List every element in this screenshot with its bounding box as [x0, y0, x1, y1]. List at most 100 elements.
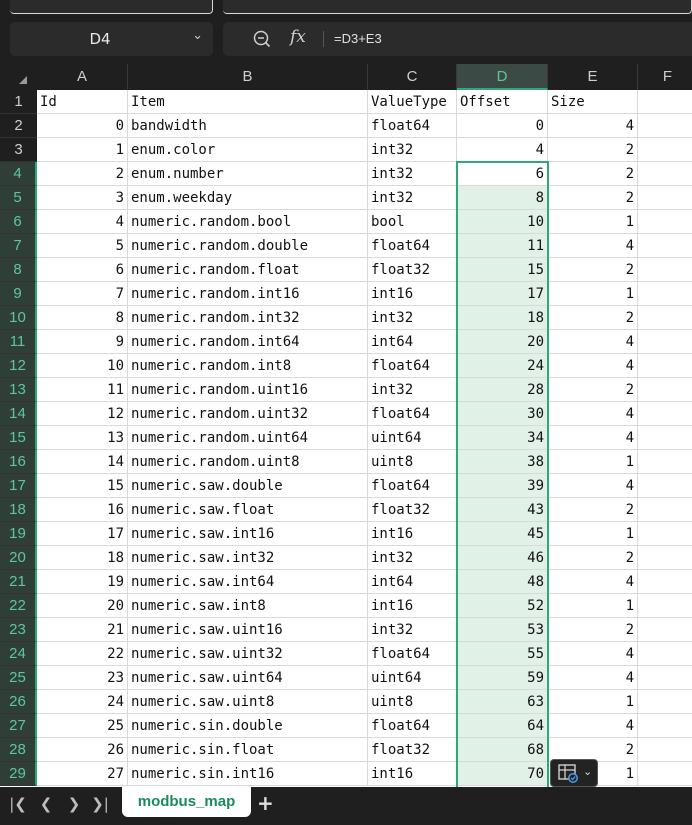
row-header[interactable]: 22 — [0, 594, 37, 618]
cell-d-16[interactable]: 38 — [457, 450, 548, 474]
cell-b-1[interactable]: Item — [128, 90, 368, 114]
row-header[interactable]: 8 — [0, 258, 37, 282]
cell-f-29[interactable] — [638, 762, 692, 786]
cell-c-14[interactable]: float64 — [368, 402, 457, 426]
cell-e-12[interactable]: 4 — [548, 354, 638, 378]
first-sheet-icon[interactable]: |❮ — [8, 795, 28, 813]
row-header[interactable]: 17 — [0, 474, 37, 498]
next-sheet-icon[interactable]: ❯ — [64, 795, 84, 813]
cell-f-2[interactable] — [638, 114, 692, 138]
cell-c-2[interactable]: float64 — [368, 114, 457, 138]
cell-e-3[interactable]: 2 — [548, 138, 638, 162]
column-header-d[interactable]: D — [457, 64, 548, 90]
cell-e-9[interactable]: 1 — [548, 282, 638, 306]
cell-a-17[interactable]: 15 — [37, 474, 128, 498]
cell-e-22[interactable]: 1 — [548, 594, 638, 618]
cell-e-10[interactable]: 2 — [548, 306, 638, 330]
cell-e-1[interactable]: Size — [548, 90, 638, 114]
row-header[interactable]: 2 — [0, 114, 37, 138]
cell-c-5[interactable]: int32 — [368, 186, 457, 210]
cell-e-21[interactable]: 4 — [548, 570, 638, 594]
cell-e-8[interactable]: 2 — [548, 258, 638, 282]
cell-c-6[interactable]: bool — [368, 210, 457, 234]
cell-c-8[interactable]: float32 — [368, 258, 457, 282]
cell-d-25[interactable]: 59 — [457, 666, 548, 690]
cell-f-9[interactable] — [638, 282, 692, 306]
fx-icon[interactable]: fx — [290, 27, 306, 47]
cell-a-14[interactable]: 12 — [37, 402, 128, 426]
row-header[interactable]: 13 — [0, 378, 37, 402]
cell-a-28[interactable]: 26 — [37, 738, 128, 762]
cell-c-11[interactable]: int64 — [368, 330, 457, 354]
cell-f-25[interactable] — [638, 666, 692, 690]
cell-b-3[interactable]: enum.color — [128, 138, 368, 162]
cell-b-14[interactable]: numeric.random.uint32 — [128, 402, 368, 426]
cell-f-8[interactable] — [638, 258, 692, 282]
cell-e-6[interactable]: 1 — [548, 210, 638, 234]
cell-a-26[interactable]: 24 — [37, 690, 128, 714]
cell-d-22[interactable]: 52 — [457, 594, 548, 618]
cell-f-18[interactable] — [638, 498, 692, 522]
cell-f-11[interactable] — [638, 330, 692, 354]
cell-e-23[interactable]: 2 — [548, 618, 638, 642]
cell-d-21[interactable]: 48 — [457, 570, 548, 594]
cell-b-24[interactable]: numeric.saw.uint32 — [128, 642, 368, 666]
cell-b-5[interactable]: enum.weekday — [128, 186, 368, 210]
cell-b-27[interactable]: numeric.sin.double — [128, 714, 368, 738]
cell-d-12[interactable]: 24 — [457, 354, 548, 378]
cell-e-25[interactable]: 4 — [548, 666, 638, 690]
cell-e-15[interactable]: 4 — [548, 426, 638, 450]
cell-f-7[interactable] — [638, 234, 692, 258]
cell-c-13[interactable]: int32 — [368, 378, 457, 402]
cell-e-13[interactable]: 2 — [548, 378, 638, 402]
cell-a-29[interactable]: 27 — [37, 762, 128, 786]
cell-b-18[interactable]: numeric.saw.float — [128, 498, 368, 522]
cell-a-22[interactable]: 20 — [37, 594, 128, 618]
cell-e-2[interactable]: 4 — [548, 114, 638, 138]
cell-a-3[interactable]: 1 — [37, 138, 128, 162]
cell-d-26[interactable]: 63 — [457, 690, 548, 714]
cell-a-19[interactable]: 17 — [37, 522, 128, 546]
cell-d-28[interactable]: 68 — [457, 738, 548, 762]
cell-d-17[interactable]: 39 — [457, 474, 548, 498]
row-header[interactable]: 15 — [0, 426, 37, 450]
row-header[interactable]: 18 — [0, 498, 37, 522]
row-header[interactable]: 24 — [0, 642, 37, 666]
name-box[interactable]: D4 ⌄ — [10, 22, 213, 56]
cell-b-26[interactable]: numeric.saw.uint8 — [128, 690, 368, 714]
cell-e-19[interactable]: 1 — [548, 522, 638, 546]
cell-b-29[interactable]: numeric.sin.int16 — [128, 762, 368, 786]
row-header[interactable]: 7 — [0, 234, 37, 258]
cell-c-9[interactable]: int16 — [368, 282, 457, 306]
cell-d-9[interactable]: 17 — [457, 282, 548, 306]
last-sheet-icon[interactable]: ❯| — [90, 795, 110, 813]
cell-a-21[interactable]: 19 — [37, 570, 128, 594]
formula-input-area[interactable]: fx =D3+E3 — [223, 22, 692, 56]
cell-e-16[interactable]: 1 — [548, 450, 638, 474]
cell-b-23[interactable]: numeric.saw.uint16 — [128, 618, 368, 642]
cell-c-25[interactable]: uint64 — [368, 666, 457, 690]
cell-b-17[interactable]: numeric.saw.double — [128, 474, 368, 498]
cell-e-4[interactable]: 2 — [548, 162, 638, 186]
row-header[interactable]: 3 — [0, 138, 37, 162]
cell-b-9[interactable]: numeric.random.int16 — [128, 282, 368, 306]
row-header[interactable]: 29 — [0, 762, 37, 786]
cell-f-5[interactable] — [638, 186, 692, 210]
cell-d-29[interactable]: 70 — [457, 762, 548, 786]
cell-a-5[interactable]: 3 — [37, 186, 128, 210]
cell-f-13[interactable] — [638, 378, 692, 402]
column-header-b[interactable]: B — [128, 64, 368, 90]
row-header[interactable]: 16 — [0, 450, 37, 474]
row-header[interactable]: 14 — [0, 402, 37, 426]
cell-c-7[interactable]: float64 — [368, 234, 457, 258]
cell-c-10[interactable]: int32 — [368, 306, 457, 330]
cell-c-24[interactable]: float64 — [368, 642, 457, 666]
cell-c-29[interactable]: int16 — [368, 762, 457, 786]
cell-b-25[interactable]: numeric.saw.uint64 — [128, 666, 368, 690]
cell-d-6[interactable]: 10 — [457, 210, 548, 234]
cell-f-27[interactable] — [638, 714, 692, 738]
cell-d-23[interactable]: 53 — [457, 618, 548, 642]
cell-f-10[interactable] — [638, 306, 692, 330]
cell-b-6[interactable]: numeric.random.bool — [128, 210, 368, 234]
row-header[interactable]: 12 — [0, 354, 37, 378]
